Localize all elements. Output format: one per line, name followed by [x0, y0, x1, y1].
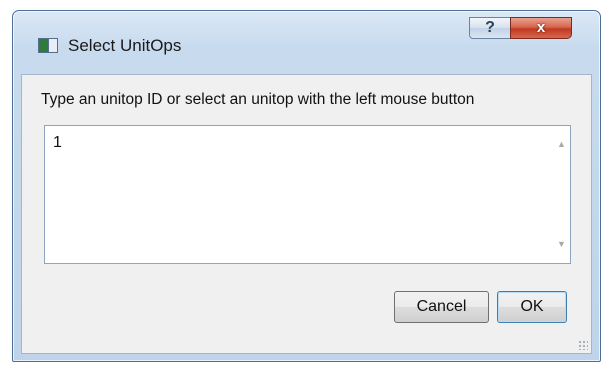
- ok-button[interactable]: OK: [497, 291, 567, 323]
- application-icon: [38, 38, 58, 53]
- scroll-up-icon[interactable]: ▲: [553, 136, 570, 153]
- unitop-id-input[interactable]: 1 ▲ ▼: [44, 125, 571, 264]
- unitop-id-value: 1: [53, 134, 62, 151]
- select-unitops-dialog: Select UnitOps ? x Type an unitop ID or …: [12, 10, 601, 362]
- window-title: Select UnitOps: [68, 36, 182, 55]
- cancel-button[interactable]: Cancel: [394, 291, 489, 323]
- vertical-scrollbar[interactable]: ▲ ▼: [553, 126, 570, 263]
- help-button[interactable]: ?: [469, 17, 511, 39]
- scroll-down-icon[interactable]: ▼: [553, 236, 570, 253]
- title-bar[interactable]: Select UnitOps ? x: [13, 11, 600, 73]
- instruction-label: Type an unitop ID or select an unitop wi…: [41, 91, 475, 108]
- resize-grip-icon[interactable]: [578, 340, 588, 350]
- dialog-body: Type an unitop ID or select an unitop wi…: [21, 74, 592, 354]
- close-button[interactable]: x: [510, 17, 572, 39]
